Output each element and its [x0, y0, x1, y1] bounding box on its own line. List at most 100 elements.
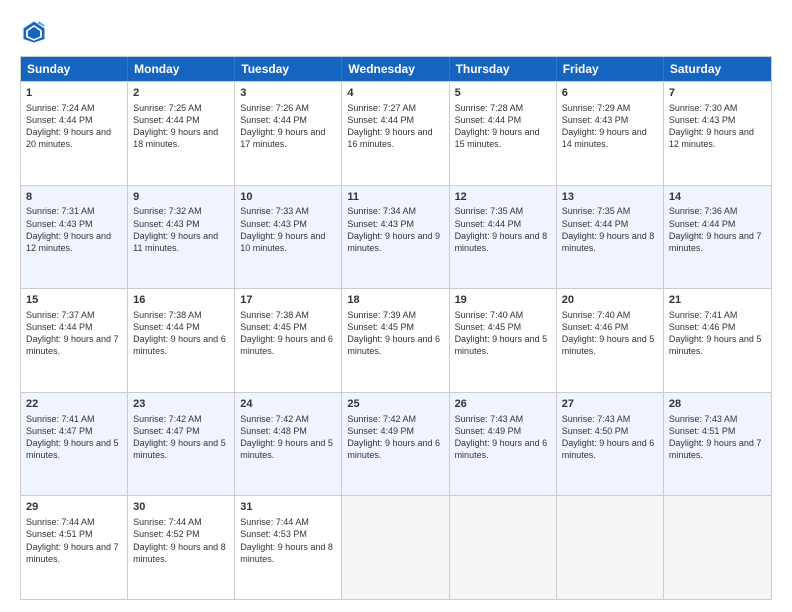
day-number: 16: [133, 293, 229, 308]
day-number: 25: [347, 397, 443, 412]
day-number: 30: [133, 500, 229, 515]
cal-cell-empty-4-4: [450, 496, 557, 599]
cal-cell-15: 15Sunrise: 7:37 AM Sunset: 4:44 PM Dayli…: [21, 289, 128, 392]
header-day-saturday: Saturday: [664, 57, 771, 81]
day-number: 31: [240, 500, 336, 515]
cal-week-5: 29Sunrise: 7:44 AM Sunset: 4:51 PM Dayli…: [21, 495, 771, 599]
day-info: Sunrise: 7:24 AM Sunset: 4:44 PM Dayligh…: [26, 102, 122, 151]
day-number: 20: [562, 293, 658, 308]
cal-cell-28: 28Sunrise: 7:43 AM Sunset: 4:51 PM Dayli…: [664, 393, 771, 496]
day-info: Sunrise: 7:44 AM Sunset: 4:51 PM Dayligh…: [26, 516, 122, 565]
day-number: 15: [26, 293, 122, 308]
cal-cell-2: 2Sunrise: 7:25 AM Sunset: 4:44 PM Daylig…: [128, 82, 235, 185]
cal-cell-empty-4-5: [557, 496, 664, 599]
header-day-sunday: Sunday: [21, 57, 128, 81]
day-info: Sunrise: 7:42 AM Sunset: 4:48 PM Dayligh…: [240, 413, 336, 462]
cal-cell-25: 25Sunrise: 7:42 AM Sunset: 4:49 PM Dayli…: [342, 393, 449, 496]
header-day-tuesday: Tuesday: [235, 57, 342, 81]
day-number: 29: [26, 500, 122, 515]
day-number: 23: [133, 397, 229, 412]
day-number: 14: [669, 190, 766, 205]
day-number: 26: [455, 397, 551, 412]
day-info: Sunrise: 7:32 AM Sunset: 4:43 PM Dayligh…: [133, 205, 229, 254]
day-info: Sunrise: 7:43 AM Sunset: 4:50 PM Dayligh…: [562, 413, 658, 462]
page: SundayMondayTuesdayWednesdayThursdayFrid…: [0, 0, 792, 612]
day-info: Sunrise: 7:26 AM Sunset: 4:44 PM Dayligh…: [240, 102, 336, 151]
day-info: Sunrise: 7:31 AM Sunset: 4:43 PM Dayligh…: [26, 205, 122, 254]
header: [20, 18, 772, 46]
cal-cell-14: 14Sunrise: 7:36 AM Sunset: 4:44 PM Dayli…: [664, 186, 771, 289]
day-number: 12: [455, 190, 551, 205]
day-number: 5: [455, 86, 551, 101]
cal-cell-30: 30Sunrise: 7:44 AM Sunset: 4:52 PM Dayli…: [128, 496, 235, 599]
cal-cell-12: 12Sunrise: 7:35 AM Sunset: 4:44 PM Dayli…: [450, 186, 557, 289]
day-number: 27: [562, 397, 658, 412]
cal-cell-3: 3Sunrise: 7:26 AM Sunset: 4:44 PM Daylig…: [235, 82, 342, 185]
day-number: 22: [26, 397, 122, 412]
cal-cell-24: 24Sunrise: 7:42 AM Sunset: 4:48 PM Dayli…: [235, 393, 342, 496]
day-number: 3: [240, 86, 336, 101]
cal-cell-27: 27Sunrise: 7:43 AM Sunset: 4:50 PM Dayli…: [557, 393, 664, 496]
calendar-header: SundayMondayTuesdayWednesdayThursdayFrid…: [21, 57, 771, 81]
header-day-monday: Monday: [128, 57, 235, 81]
cal-cell-5: 5Sunrise: 7:28 AM Sunset: 4:44 PM Daylig…: [450, 82, 557, 185]
day-info: Sunrise: 7:41 AM Sunset: 4:47 PM Dayligh…: [26, 413, 122, 462]
cal-cell-empty-4-6: [664, 496, 771, 599]
day-info: Sunrise: 7:40 AM Sunset: 4:46 PM Dayligh…: [562, 309, 658, 358]
cal-cell-4: 4Sunrise: 7:27 AM Sunset: 4:44 PM Daylig…: [342, 82, 449, 185]
cal-cell-19: 19Sunrise: 7:40 AM Sunset: 4:45 PM Dayli…: [450, 289, 557, 392]
header-day-thursday: Thursday: [450, 57, 557, 81]
cal-week-1: 1Sunrise: 7:24 AM Sunset: 4:44 PM Daylig…: [21, 81, 771, 185]
header-day-wednesday: Wednesday: [342, 57, 449, 81]
cal-cell-20: 20Sunrise: 7:40 AM Sunset: 4:46 PM Dayli…: [557, 289, 664, 392]
cal-week-4: 22Sunrise: 7:41 AM Sunset: 4:47 PM Dayli…: [21, 392, 771, 496]
header-day-friday: Friday: [557, 57, 664, 81]
cal-cell-13: 13Sunrise: 7:35 AM Sunset: 4:44 PM Dayli…: [557, 186, 664, 289]
day-info: Sunrise: 7:43 AM Sunset: 4:51 PM Dayligh…: [669, 413, 766, 462]
day-info: Sunrise: 7:44 AM Sunset: 4:52 PM Dayligh…: [133, 516, 229, 565]
day-info: Sunrise: 7:34 AM Sunset: 4:43 PM Dayligh…: [347, 205, 443, 254]
day-info: Sunrise: 7:38 AM Sunset: 4:45 PM Dayligh…: [240, 309, 336, 358]
cal-cell-7: 7Sunrise: 7:30 AM Sunset: 4:43 PM Daylig…: [664, 82, 771, 185]
cal-cell-29: 29Sunrise: 7:44 AM Sunset: 4:51 PM Dayli…: [21, 496, 128, 599]
cal-cell-6: 6Sunrise: 7:29 AM Sunset: 4:43 PM Daylig…: [557, 82, 664, 185]
cal-cell-18: 18Sunrise: 7:39 AM Sunset: 4:45 PM Dayli…: [342, 289, 449, 392]
cal-cell-1: 1Sunrise: 7:24 AM Sunset: 4:44 PM Daylig…: [21, 82, 128, 185]
day-info: Sunrise: 7:38 AM Sunset: 4:44 PM Dayligh…: [133, 309, 229, 358]
day-info: Sunrise: 7:41 AM Sunset: 4:46 PM Dayligh…: [669, 309, 766, 358]
day-info: Sunrise: 7:28 AM Sunset: 4:44 PM Dayligh…: [455, 102, 551, 151]
day-number: 28: [669, 397, 766, 412]
cal-cell-10: 10Sunrise: 7:33 AM Sunset: 4:43 PM Dayli…: [235, 186, 342, 289]
cal-cell-21: 21Sunrise: 7:41 AM Sunset: 4:46 PM Dayli…: [664, 289, 771, 392]
day-info: Sunrise: 7:27 AM Sunset: 4:44 PM Dayligh…: [347, 102, 443, 151]
day-number: 4: [347, 86, 443, 101]
day-number: 1: [26, 86, 122, 101]
day-info: Sunrise: 7:43 AM Sunset: 4:49 PM Dayligh…: [455, 413, 551, 462]
day-info: Sunrise: 7:42 AM Sunset: 4:47 PM Dayligh…: [133, 413, 229, 462]
day-info: Sunrise: 7:42 AM Sunset: 4:49 PM Dayligh…: [347, 413, 443, 462]
logo: [20, 18, 52, 46]
cal-week-2: 8Sunrise: 7:31 AM Sunset: 4:43 PM Daylig…: [21, 185, 771, 289]
calendar-body: 1Sunrise: 7:24 AM Sunset: 4:44 PM Daylig…: [21, 81, 771, 599]
logo-icon: [20, 18, 48, 46]
calendar: SundayMondayTuesdayWednesdayThursdayFrid…: [20, 56, 772, 600]
day-info: Sunrise: 7:30 AM Sunset: 4:43 PM Dayligh…: [669, 102, 766, 151]
day-number: 2: [133, 86, 229, 101]
day-info: Sunrise: 7:39 AM Sunset: 4:45 PM Dayligh…: [347, 309, 443, 358]
day-number: 8: [26, 190, 122, 205]
cal-cell-16: 16Sunrise: 7:38 AM Sunset: 4:44 PM Dayli…: [128, 289, 235, 392]
day-number: 19: [455, 293, 551, 308]
day-info: Sunrise: 7:40 AM Sunset: 4:45 PM Dayligh…: [455, 309, 551, 358]
day-number: 10: [240, 190, 336, 205]
day-info: Sunrise: 7:35 AM Sunset: 4:44 PM Dayligh…: [562, 205, 658, 254]
day-info: Sunrise: 7:35 AM Sunset: 4:44 PM Dayligh…: [455, 205, 551, 254]
day-info: Sunrise: 7:36 AM Sunset: 4:44 PM Dayligh…: [669, 205, 766, 254]
cal-cell-11: 11Sunrise: 7:34 AM Sunset: 4:43 PM Dayli…: [342, 186, 449, 289]
cal-week-3: 15Sunrise: 7:37 AM Sunset: 4:44 PM Dayli…: [21, 288, 771, 392]
day-number: 11: [347, 190, 443, 205]
day-info: Sunrise: 7:25 AM Sunset: 4:44 PM Dayligh…: [133, 102, 229, 151]
cal-cell-8: 8Sunrise: 7:31 AM Sunset: 4:43 PM Daylig…: [21, 186, 128, 289]
cal-cell-empty-4-3: [342, 496, 449, 599]
day-number: 17: [240, 293, 336, 308]
day-info: Sunrise: 7:37 AM Sunset: 4:44 PM Dayligh…: [26, 309, 122, 358]
